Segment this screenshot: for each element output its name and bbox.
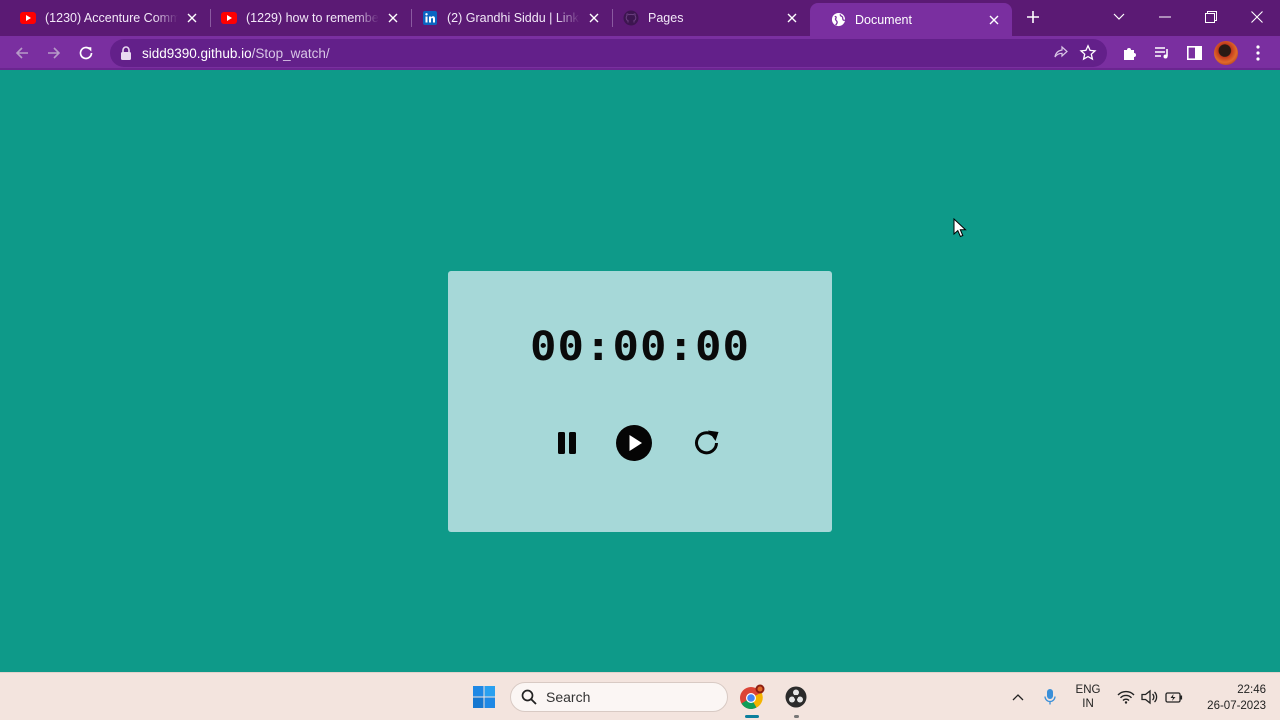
url-path: /Stop_watch/ — [251, 46, 330, 61]
tab-title: (1230) Accenture Communication — [45, 11, 178, 25]
address-bar[interactable]: sidd9390.github.io/Stop_watch/ — [110, 39, 1107, 67]
timer-display: 00:00:00 — [530, 323, 750, 370]
bookmark-star-icon[interactable] — [1079, 44, 1097, 62]
youtube-icon — [221, 10, 237, 26]
github-icon — [623, 10, 639, 26]
pause-button[interactable] — [547, 423, 587, 463]
reset-icon — [695, 430, 719, 455]
media-queue-icon[interactable] — [1148, 39, 1176, 67]
reload-button[interactable] — [72, 39, 100, 67]
linkedin-icon — [422, 10, 438, 26]
new-tab-button[interactable] — [1022, 6, 1044, 28]
clock-date: 26-07-2023 — [1207, 700, 1266, 712]
show-hidden-icons-chevron-icon[interactable] — [1008, 687, 1028, 707]
tab-github-pages[interactable]: Pages — [603, 3, 810, 33]
close-tab-icon[interactable] — [586, 10, 602, 26]
browser-toolbar: sidd9390.github.io/Stop_watch/ — [0, 36, 1280, 70]
close-tab-icon[interactable] — [184, 10, 200, 26]
windows-taskbar: Search ENG IN 22:46 26-07-2023 — [0, 672, 1280, 720]
close-window-icon[interactable] — [1244, 4, 1270, 30]
chrome-taskbar-icon[interactable] — [736, 681, 768, 713]
close-tab-icon[interactable] — [784, 10, 800, 26]
input-language-indicator[interactable]: ENG IN — [1072, 683, 1104, 711]
reset-button[interactable] — [687, 423, 727, 463]
tab-title: (1229) how to remember — [246, 11, 379, 25]
profile-avatar[interactable] — [1214, 41, 1238, 65]
pause-icon — [558, 432, 576, 454]
tab-title: Pages — [648, 11, 684, 25]
obs-taskbar-icon[interactable] — [780, 681, 812, 713]
forward-button[interactable] — [40, 39, 68, 67]
restore-icon[interactable] — [1198, 4, 1224, 30]
region-line: IN — [1082, 698, 1094, 710]
obs-running-indicator — [794, 715, 799, 718]
play-button[interactable] — [614, 423, 654, 463]
tab-youtube-remember[interactable]: (1229) how to remember — [201, 3, 411, 33]
taskbar-search-box[interactable]: Search — [510, 682, 728, 712]
youtube-icon — [20, 10, 36, 26]
tab-search-chevron-icon[interactable] — [1106, 4, 1132, 30]
microphone-icon[interactable] — [1040, 687, 1060, 707]
search-placeholder: Search — [546, 689, 591, 705]
tab-document[interactable]: Document — [810, 3, 1012, 36]
stopwatch-card: 00:00:00 — [448, 271, 832, 532]
battery-charging-icon[interactable] — [1164, 687, 1184, 707]
clock-time: 22:46 — [1237, 684, 1266, 696]
play-icon — [616, 425, 652, 461]
tab-youtube-accenture[interactable]: (1230) Accenture Communication — [0, 3, 210, 33]
extensions-icon[interactable] — [1116, 39, 1144, 67]
lock-icon[interactable] — [120, 46, 132, 60]
url-text[interactable]: sidd9390.github.io/Stop_watch/ — [142, 46, 330, 61]
language-line: ENG — [1075, 684, 1101, 696]
back-button[interactable] — [8, 39, 36, 67]
globe-icon — [830, 12, 846, 28]
close-tab-icon[interactable] — [986, 12, 1002, 28]
windows-start-icon[interactable] — [468, 681, 500, 713]
tab-title: Document — [855, 12, 912, 27]
share-icon[interactable] — [1053, 45, 1069, 61]
wifi-icon[interactable] — [1116, 687, 1136, 707]
browser-menu-icon[interactable] — [1244, 39, 1272, 67]
mouse-cursor-icon — [953, 218, 967, 238]
side-panel-icon[interactable] — [1180, 39, 1208, 67]
volume-icon[interactable] — [1140, 687, 1160, 707]
url-host: sidd9390.github.io — [142, 46, 252, 61]
stopwatch-page: 00:00:00 — [0, 72, 1280, 672]
tab-title: (2) Grandhi Siddu | LinkedIn — [447, 11, 580, 25]
search-icon — [521, 689, 537, 705]
minimize-icon[interactable] — [1152, 4, 1178, 30]
tab-linkedin[interactable]: (2) Grandhi Siddu | LinkedIn — [402, 3, 612, 33]
chrome-active-indicator — [745, 715, 759, 718]
tab-strip: (1230) Accenture Communication (1229) ho… — [0, 0, 1280, 36]
system-clock[interactable]: 22:46 26-07-2023 — [1194, 682, 1266, 714]
close-tab-icon[interactable] — [385, 10, 401, 26]
